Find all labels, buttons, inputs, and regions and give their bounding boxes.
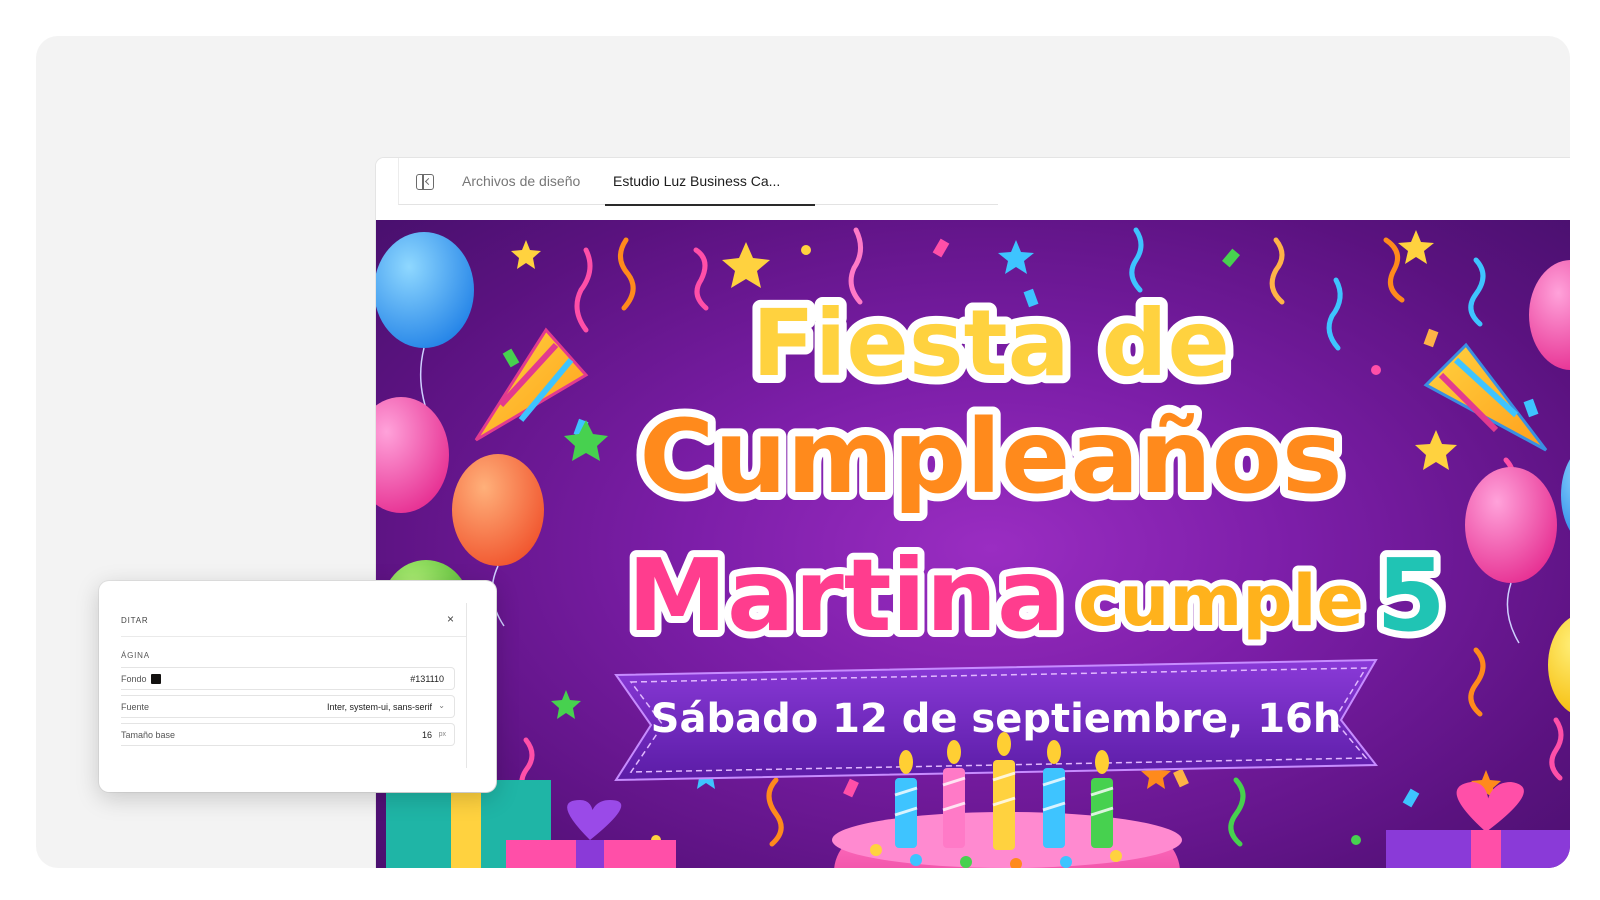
background-color-field[interactable]: Fondo #131110 <box>121 667 455 690</box>
panel-header: DITAR × <box>121 603 466 637</box>
editor-window: Archivos de diseño Estudio Luz Business … <box>376 158 1570 868</box>
base-size-field[interactable]: Tamaño base 16 px <box>121 723 455 746</box>
tab-strip: Archivos de diseño Estudio Luz Business … <box>398 158 998 206</box>
section-label-page: ÁGINA <box>121 651 150 660</box>
invitation-headline: Fiesta de Cumpleaños Martina cumple 5 <box>620 282 1452 661</box>
tab-design-files[interactable]: Archivos de diseño <box>462 158 580 205</box>
background-label: Fondo <box>121 674 147 684</box>
balloon-icon <box>1465 260 1570 713</box>
base-size-label: Tamaño base <box>121 730 176 740</box>
background-value: #131110 <box>410 674 444 684</box>
font-family-select[interactable]: Fuente Inter, system-ui, sans-serif ⌄ <box>121 695 455 718</box>
properties-panel-body: DITAR × ÁGINA Fondo #131110 Fuente Inter… <box>121 603 467 768</box>
app-stage: Archivos de diseño Estudio Luz Business … <box>36 36 1570 868</box>
panel-title: DITAR <box>121 616 149 625</box>
base-size-value[interactable]: 16 <box>422 730 432 740</box>
tab-bar: Archivos de diseño Estudio Luz Business … <box>376 158 1570 220</box>
invitation-artwork: Fiesta de Cumpleaños Martina cumple 5 Sá… <box>376 227 1570 868</box>
color-swatch[interactable] <box>151 674 161 684</box>
properties-panel: DITAR × ÁGINA Fondo #131110 Fuente Inter… <box>99 581 496 792</box>
child-name: Martina <box>627 537 1064 654</box>
headline-line2: Cumpleaños <box>639 398 1342 517</box>
event-date: Sábado 12 de septiembre, 16h <box>651 696 1342 742</box>
font-label: Fuente <box>121 702 150 712</box>
chevron-down-icon[interactable]: ⌄ <box>438 701 445 710</box>
base-size-unit: px <box>438 731 446 738</box>
headline-line1: Fiesta de <box>752 290 1230 397</box>
close-icon[interactable]: × <box>447 612 454 626</box>
sidebar-toggle-icon[interactable] <box>416 174 434 190</box>
font-value: Inter, system-ui, sans-serif <box>326 702 432 712</box>
age-number: 5 <box>1376 537 1446 654</box>
design-canvas[interactable]: Fiesta de Cumpleaños Martina cumple 5 Sá… <box>376 220 1570 868</box>
tab-active-document[interactable]: Estudio Luz Business Ca... <box>605 158 815 206</box>
cumple-word: cumple <box>1078 560 1364 642</box>
